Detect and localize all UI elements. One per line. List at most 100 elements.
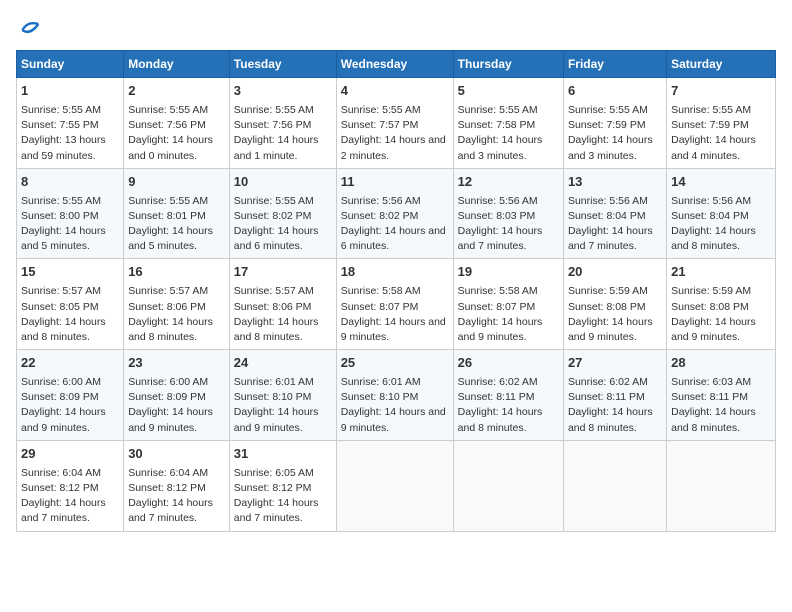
daylight: Daylight: 14 hours and 7 minutes. bbox=[458, 225, 543, 252]
daylight: Daylight: 14 hours and 4 minutes. bbox=[671, 134, 756, 161]
daylight: Daylight: 14 hours and 8 minutes. bbox=[128, 316, 213, 343]
day-number: 26 bbox=[458, 354, 559, 373]
sunset: Sunset: 7:56 PM bbox=[128, 119, 206, 131]
day-number: 23 bbox=[128, 354, 225, 373]
daylight: Daylight: 14 hours and 9 minutes. bbox=[671, 316, 756, 343]
day-header-saturday: Saturday bbox=[667, 51, 776, 78]
calendar-cell: 27 Sunrise: 6:02 AM Sunset: 8:11 PM Dayl… bbox=[563, 350, 666, 441]
day-number: 25 bbox=[341, 354, 449, 373]
daylight: Daylight: 14 hours and 8 minutes. bbox=[671, 225, 756, 252]
calendar-cell: 23 Sunrise: 6:00 AM Sunset: 8:09 PM Dayl… bbox=[124, 350, 230, 441]
sunrise: Sunrise: 5:55 AM bbox=[128, 104, 208, 116]
sunrise: Sunrise: 5:57 AM bbox=[21, 285, 101, 297]
sunrise: Sunrise: 6:00 AM bbox=[128, 376, 208, 388]
sunset: Sunset: 8:04 PM bbox=[568, 210, 646, 222]
sunrise: Sunrise: 5:55 AM bbox=[671, 104, 751, 116]
calendar-cell: 5 Sunrise: 5:55 AM Sunset: 7:58 PM Dayli… bbox=[453, 78, 563, 169]
daylight: Daylight: 14 hours and 1 minute. bbox=[234, 134, 319, 161]
sunrise: Sunrise: 5:55 AM bbox=[128, 195, 208, 207]
daylight: Daylight: 14 hours and 3 minutes. bbox=[458, 134, 543, 161]
calendar-cell: 2 Sunrise: 5:55 AM Sunset: 7:56 PM Dayli… bbox=[124, 78, 230, 169]
calendar-cell: 28 Sunrise: 6:03 AM Sunset: 8:11 PM Dayl… bbox=[667, 350, 776, 441]
sunset: Sunset: 8:07 PM bbox=[458, 301, 536, 313]
sunset: Sunset: 8:11 PM bbox=[568, 391, 645, 403]
sunrise: Sunrise: 6:02 AM bbox=[458, 376, 538, 388]
sunrise: Sunrise: 6:04 AM bbox=[128, 467, 208, 479]
daylight: Daylight: 14 hours and 9 minutes. bbox=[458, 316, 543, 343]
sunset: Sunset: 7:55 PM bbox=[21, 119, 99, 131]
calendar-cell: 16 Sunrise: 5:57 AM Sunset: 8:06 PM Dayl… bbox=[124, 259, 230, 350]
day-number: 7 bbox=[671, 82, 771, 101]
calendar-cell: 18 Sunrise: 5:58 AM Sunset: 8:07 PM Dayl… bbox=[336, 259, 453, 350]
day-number: 13 bbox=[568, 173, 662, 192]
calendar-cell: 31 Sunrise: 6:05 AM Sunset: 8:12 PM Dayl… bbox=[229, 440, 336, 531]
sunset: Sunset: 8:07 PM bbox=[341, 301, 419, 313]
calendar-cell: 12 Sunrise: 5:56 AM Sunset: 8:03 PM Dayl… bbox=[453, 168, 563, 259]
daylight: Daylight: 13 hours and 59 minutes. bbox=[21, 134, 106, 161]
calendar-cell: 14 Sunrise: 5:56 AM Sunset: 8:04 PM Dayl… bbox=[667, 168, 776, 259]
sunset: Sunset: 7:59 PM bbox=[568, 119, 646, 131]
day-number: 3 bbox=[234, 82, 332, 101]
calendar-cell: 7 Sunrise: 5:55 AM Sunset: 7:59 PM Dayli… bbox=[667, 78, 776, 169]
sunset: Sunset: 8:03 PM bbox=[458, 210, 536, 222]
day-number: 24 bbox=[234, 354, 332, 373]
calendar-cell bbox=[563, 440, 666, 531]
calendar-cell: 9 Sunrise: 5:55 AM Sunset: 8:01 PM Dayli… bbox=[124, 168, 230, 259]
daylight: Daylight: 14 hours and 9 minutes. bbox=[21, 406, 106, 433]
day-number: 17 bbox=[234, 263, 332, 282]
daylight: Daylight: 14 hours and 3 minutes. bbox=[568, 134, 653, 161]
day-number: 16 bbox=[128, 263, 225, 282]
calendar-cell: 20 Sunrise: 5:59 AM Sunset: 8:08 PM Dayl… bbox=[563, 259, 666, 350]
daylight: Daylight: 14 hours and 8 minutes. bbox=[234, 316, 319, 343]
calendar-cell bbox=[336, 440, 453, 531]
sunset: Sunset: 7:57 PM bbox=[341, 119, 419, 131]
header bbox=[16, 16, 776, 40]
day-header-sunday: Sunday bbox=[17, 51, 124, 78]
sunrise: Sunrise: 6:00 AM bbox=[21, 376, 101, 388]
day-number: 19 bbox=[458, 263, 559, 282]
sunrise: Sunrise: 5:55 AM bbox=[458, 104, 538, 116]
sunset: Sunset: 8:02 PM bbox=[341, 210, 419, 222]
sunrise: Sunrise: 6:03 AM bbox=[671, 376, 751, 388]
sunrise: Sunrise: 5:56 AM bbox=[568, 195, 648, 207]
calendar-cell: 11 Sunrise: 5:56 AM Sunset: 8:02 PM Dayl… bbox=[336, 168, 453, 259]
calendar-cell: 30 Sunrise: 6:04 AM Sunset: 8:12 PM Dayl… bbox=[124, 440, 230, 531]
calendar-cell: 24 Sunrise: 6:01 AM Sunset: 8:10 PM Dayl… bbox=[229, 350, 336, 441]
sunset: Sunset: 8:12 PM bbox=[128, 482, 206, 494]
calendar-cell: 26 Sunrise: 6:02 AM Sunset: 8:11 PM Dayl… bbox=[453, 350, 563, 441]
daylight: Daylight: 14 hours and 9 minutes. bbox=[568, 316, 653, 343]
sunrise: Sunrise: 5:56 AM bbox=[458, 195, 538, 207]
day-number: 21 bbox=[671, 263, 771, 282]
calendar-cell: 3 Sunrise: 5:55 AM Sunset: 7:56 PM Dayli… bbox=[229, 78, 336, 169]
sunrise: Sunrise: 6:05 AM bbox=[234, 467, 314, 479]
calendar-cell bbox=[667, 440, 776, 531]
daylight: Daylight: 14 hours and 8 minutes. bbox=[21, 316, 106, 343]
calendar-header: SundayMondayTuesdayWednesdayThursdayFrid… bbox=[17, 51, 776, 78]
calendar-cell: 29 Sunrise: 6:04 AM Sunset: 8:12 PM Dayl… bbox=[17, 440, 124, 531]
sunset: Sunset: 7:56 PM bbox=[234, 119, 312, 131]
day-number: 9 bbox=[128, 173, 225, 192]
sunrise: Sunrise: 5:55 AM bbox=[341, 104, 421, 116]
sunset: Sunset: 8:09 PM bbox=[21, 391, 99, 403]
day-number: 27 bbox=[568, 354, 662, 373]
sunset: Sunset: 8:10 PM bbox=[234, 391, 312, 403]
daylight: Daylight: 14 hours and 9 minutes. bbox=[234, 406, 319, 433]
daylight: Daylight: 14 hours and 8 minutes. bbox=[458, 406, 543, 433]
daylight: Daylight: 14 hours and 6 minutes. bbox=[234, 225, 319, 252]
calendar-cell: 4 Sunrise: 5:55 AM Sunset: 7:57 PM Dayli… bbox=[336, 78, 453, 169]
sunrise: Sunrise: 5:55 AM bbox=[568, 104, 648, 116]
daylight: Daylight: 14 hours and 9 minutes. bbox=[341, 406, 446, 433]
daylight: Daylight: 14 hours and 0 minutes. bbox=[128, 134, 213, 161]
calendar-cell: 1 Sunrise: 5:55 AM Sunset: 7:55 PM Dayli… bbox=[17, 78, 124, 169]
sunset: Sunset: 7:58 PM bbox=[458, 119, 536, 131]
sunrise: Sunrise: 5:55 AM bbox=[21, 195, 101, 207]
calendar-cell: 10 Sunrise: 5:55 AM Sunset: 8:02 PM Dayl… bbox=[229, 168, 336, 259]
sunset: Sunset: 8:08 PM bbox=[568, 301, 646, 313]
sunrise: Sunrise: 6:01 AM bbox=[234, 376, 314, 388]
daylight: Daylight: 14 hours and 7 minutes. bbox=[128, 497, 213, 524]
day-number: 30 bbox=[128, 445, 225, 464]
daylight: Daylight: 14 hours and 2 minutes. bbox=[341, 134, 446, 161]
calendar-cell: 6 Sunrise: 5:55 AM Sunset: 7:59 PM Dayli… bbox=[563, 78, 666, 169]
sunrise: Sunrise: 5:57 AM bbox=[128, 285, 208, 297]
sunset: Sunset: 8:06 PM bbox=[128, 301, 206, 313]
